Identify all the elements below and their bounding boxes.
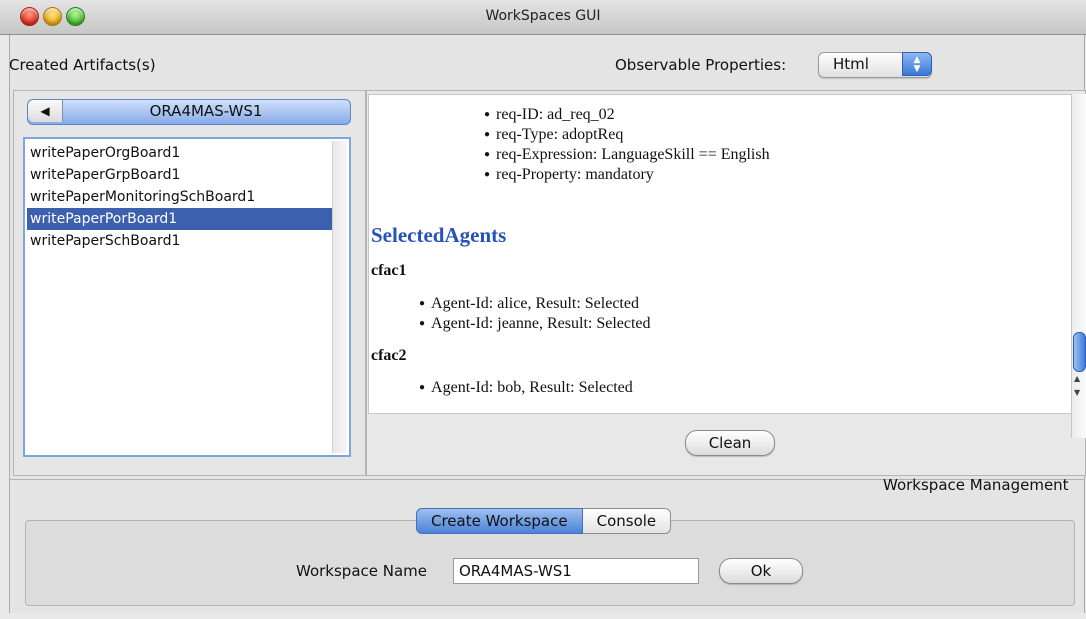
scroll-up-arrow-icon[interactable]: ▲ xyxy=(1074,374,1080,383)
workspace-selector-name: ORA4MAS-WS1 xyxy=(149,102,263,120)
list-item-selected[interactable]: writePaperPorBoard1 xyxy=(27,208,334,230)
updown-arrows-icon: ▲ ▼ xyxy=(902,52,932,76)
requirement-bullet: req-Expression: LanguageSkill == English xyxy=(484,146,770,164)
tab-create-workspace[interactable]: Create Workspace xyxy=(416,508,583,534)
workspace-tabs: Create Workspace Console xyxy=(416,508,672,534)
properties-html-view: req-ID: ad_req_02 req-Type: adoptReq req… xyxy=(368,94,1072,414)
agent-bullet: Agent-Id: bob, Result: Selected xyxy=(419,379,633,397)
back-arrow-icon[interactable]: ◀ xyxy=(28,100,63,122)
workspace-name-label: Workspace Name xyxy=(296,562,428,580)
window-title: WorkSpaces GUI xyxy=(485,8,601,24)
agent-bullet: Agent-Id: jeanne, Result: Selected xyxy=(419,315,650,333)
scrollbar-thumb[interactable] xyxy=(1073,332,1086,372)
list-scrollbar[interactable] xyxy=(332,141,347,453)
clean-button[interactable]: Clean xyxy=(685,430,775,456)
workspace-management-title: Workspace Management xyxy=(883,476,1069,494)
scroll-down-arrow-icon[interactable]: ▼ xyxy=(1074,388,1080,397)
requirement-bullet: req-Type: adoptReq xyxy=(484,126,623,144)
properties-scrollbar[interactable]: ▲ ▼ xyxy=(1071,94,1086,438)
list-item[interactable]: writePaperMonitoringSchBoard1 xyxy=(27,186,334,208)
artifacts-list[interactable]: writePaperOrgBoard1 writePaperGrpBoard1 … xyxy=(23,137,351,457)
ok-button[interactable]: Ok xyxy=(719,558,803,584)
format-select[interactable]: Html ▲ ▼ xyxy=(818,52,932,78)
requirement-bullet: req-ID: ad_req_02 xyxy=(484,106,615,124)
workspace-name-field[interactable]: ORA4MAS-WS1 xyxy=(453,558,699,584)
window-title-bar: WorkSpaces GUI xyxy=(0,0,1086,35)
created-artifacts-label: Created Artifacts(s) xyxy=(9,56,156,74)
observable-properties-label: Observable Properties: xyxy=(615,56,787,74)
group-name: cfac1 xyxy=(371,262,407,279)
section-heading: SelectedAgents xyxy=(371,223,507,247)
workspace-selector[interactable]: ◀ ORA4MAS-WS1 xyxy=(27,99,351,125)
requirement-bullet: req-Property: mandatory xyxy=(484,166,654,184)
format-select-value: Html xyxy=(833,55,869,73)
tab-console[interactable]: Console xyxy=(582,508,672,534)
agent-bullet: Agent-Id: alice, Result: Selected xyxy=(419,295,639,313)
group-name: cfac2 xyxy=(371,347,407,364)
list-item[interactable]: writePaperOrgBoard1 xyxy=(27,142,334,164)
list-item[interactable]: writePaperGrpBoard1 xyxy=(27,164,334,186)
list-item[interactable]: writePaperSchBoard1 xyxy=(27,230,334,252)
